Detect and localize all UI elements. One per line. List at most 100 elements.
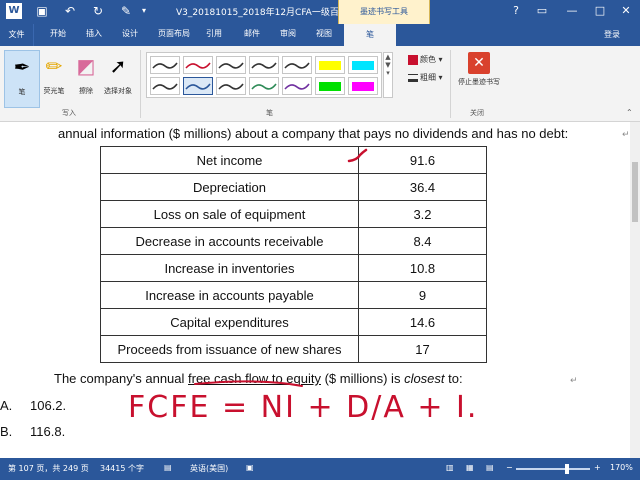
color-label: 颜色 (420, 55, 436, 64)
pen-swatch[interactable] (150, 56, 180, 74)
question-text: The company's annual free cash flow to e… (54, 371, 463, 386)
row-label: Increase in inventories (100, 254, 359, 282)
row-label: Capital expenditures (100, 308, 359, 336)
pen-swatch[interactable] (315, 56, 345, 74)
status-bar: 第 107 页，共 249 页 34415 个字 ▤ 英语(美国) ▣ ▥ ▦ … (0, 458, 640, 480)
table-row: Capital expenditures 14.6 (100, 308, 487, 336)
eraser-label: 擦除 (79, 87, 93, 95)
choice-letter: A. (0, 398, 13, 413)
zoom-slider[interactable] (516, 468, 590, 470)
vertical-scrollbar[interactable] (630, 122, 640, 458)
pen-swatch[interactable] (249, 56, 279, 74)
maximize-button[interactable]: □ (590, 3, 610, 19)
login-link[interactable]: 登录 (604, 29, 620, 40)
handwritten-formula: FCFE = NI + D/A + I. (128, 390, 479, 425)
group-label-close: 关闭 (470, 109, 484, 117)
undo-icon[interactable]: ↶ (62, 3, 78, 19)
ribbon-divider (450, 50, 451, 118)
context-tab-ink-tools: 墨迹书写工具 (338, 0, 430, 24)
choice-value: 116.8. (30, 424, 66, 439)
row-label: Net income (100, 146, 359, 174)
help-button[interactable]: ? (506, 3, 526, 19)
row-value: 8.4 (358, 227, 487, 255)
thickness-option[interactable]: 粗细 ▾ (408, 72, 443, 83)
web-layout-icon[interactable]: ▤ (486, 463, 494, 472)
tab-design[interactable]: 设计 (122, 28, 138, 39)
row-value: 9 (358, 281, 487, 309)
highlighter-button[interactable]: ✏ 荧光笔 (36, 50, 72, 108)
choice-b: B. 116.8. (0, 424, 65, 439)
row-value: 17 (358, 335, 487, 363)
row-label: Loss on sale of equipment (100, 200, 359, 228)
tab-file[interactable]: 文件 (0, 24, 34, 46)
ribbon-display-button[interactable]: ▭ (532, 3, 552, 19)
row-value: 36.4 (358, 173, 487, 201)
question-emphasis: closest (404, 371, 445, 386)
tab-home[interactable]: 开始 (50, 28, 66, 39)
table-row: Increase in accounts payable 9 (100, 281, 487, 309)
tab-references[interactable]: 引用 (206, 28, 222, 39)
save-icon[interactable]: ▣ (34, 3, 50, 19)
document-canvas[interactable]: annual information ($ millions) about a … (0, 122, 640, 458)
tab-layout[interactable]: 页面布局 (158, 28, 190, 39)
minimize-button[interactable]: — (562, 3, 582, 19)
table-row: Depreciation 36.4 (100, 173, 487, 201)
page-count[interactable]: 第 107 页，共 249 页 (8, 463, 89, 474)
pen-swatch[interactable] (348, 56, 378, 74)
zoom-slider-thumb[interactable] (565, 464, 569, 474)
pen-button[interactable]: ✒ 笔 (4, 50, 40, 108)
pen-mode-icon[interactable]: ✎ (118, 3, 134, 19)
question-post: to: (444, 371, 463, 386)
tab-insert[interactable]: 插入 (86, 28, 102, 39)
pen-swatch[interactable] (150, 77, 180, 95)
scrollbar-thumb[interactable] (632, 162, 638, 222)
zoom-out-icon[interactable]: − (506, 463, 513, 472)
macro-icon[interactable]: ▣ (246, 463, 254, 472)
collapse-ribbon-icon[interactable]: ⌃ (626, 108, 633, 117)
customize-toolbar-icon[interactable]: ▾ (136, 3, 152, 19)
word-count[interactable]: 34415 个字 (100, 463, 144, 474)
pen-swatch[interactable] (282, 56, 312, 74)
row-value: 3.2 (358, 200, 487, 228)
tab-review[interactable]: 审阅 (280, 28, 296, 39)
pen-swatch[interactable] (282, 77, 312, 95)
print-layout-icon[interactable]: ▦ (466, 463, 474, 472)
close-button[interactable]: ✕ (616, 3, 636, 19)
word-app-icon[interactable]: W (6, 3, 22, 19)
question-mid: ($ millions) is (320, 371, 405, 386)
paragraph-mark: ↵ (622, 130, 630, 140)
pen-swatch[interactable] (183, 56, 213, 74)
language[interactable]: 英语(美国) (190, 463, 228, 474)
read-mode-icon[interactable]: ▥ (446, 463, 454, 472)
pen-style-gallery (146, 52, 382, 98)
pen-swatch[interactable] (315, 77, 345, 95)
proofing-icon[interactable]: ▤ (164, 463, 172, 472)
redo-icon[interactable]: ↻ (90, 3, 106, 19)
table-row: Net income 91.6 (100, 146, 487, 174)
tab-view[interactable]: 视图 (316, 28, 332, 39)
eraser-icon: ◩ (76, 54, 96, 78)
stop-inking-button[interactable]: ✕ 停止墨迹书写 (457, 52, 501, 110)
gallery-scroll[interactable]: ▲ ▼ ▾ (383, 52, 393, 98)
pen-swatch[interactable] (183, 77, 213, 95)
pen-swatch[interactable] (216, 77, 246, 95)
paragraph-mark: ↵ (570, 376, 578, 386)
table-row: Increase in inventories 10.8 (100, 254, 487, 282)
pen-swatch[interactable] (348, 77, 378, 95)
select-objects-button[interactable]: ➚ 选择对象 (100, 50, 136, 108)
zoom-in-icon[interactable]: + (594, 463, 601, 472)
eraser-button[interactable]: ◩ 擦除 (68, 50, 104, 108)
select-objects-label: 选择对象 (104, 87, 132, 95)
row-value: 10.8 (358, 254, 487, 282)
zoom-level[interactable]: 170% (610, 463, 633, 472)
highlighter-icon: ✏ (45, 54, 63, 78)
pen-icon: ✒ (13, 55, 31, 79)
table-row: Loss on sale of equipment 3.2 (100, 200, 487, 228)
tab-pens[interactable]: 笔 (344, 24, 396, 46)
pen-swatch[interactable] (216, 56, 246, 74)
tab-mailings[interactable]: 邮件 (244, 28, 260, 39)
row-value: 14.6 (358, 308, 487, 336)
question-underlined: free cash flow to equity (188, 371, 321, 386)
color-option[interactable]: 颜色 ▾ (408, 54, 443, 65)
pen-swatch[interactable] (249, 77, 279, 95)
